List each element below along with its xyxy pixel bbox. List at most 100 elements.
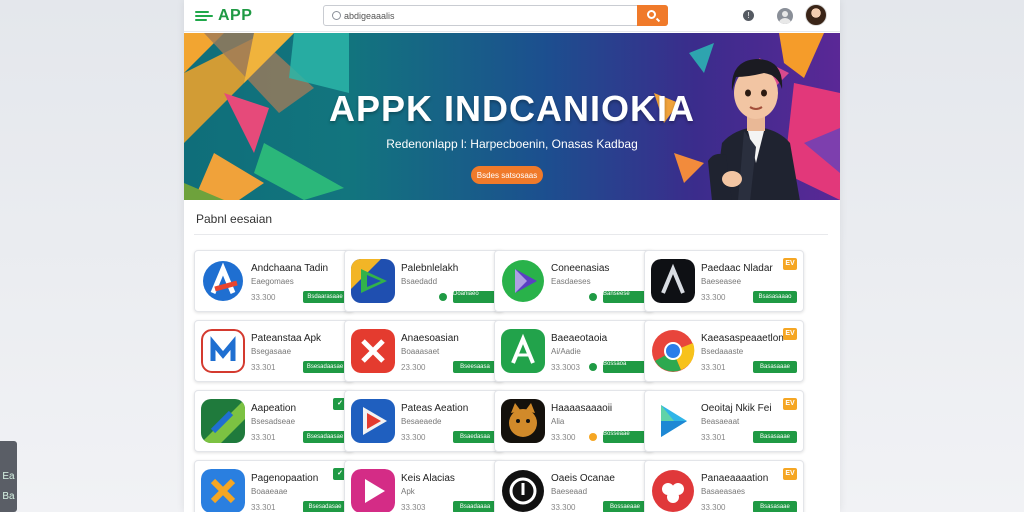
verified-icon: [439, 293, 447, 301]
app-name[interactable]: Kaeasaspeaaetlon: [701, 333, 784, 344]
top-bar: APP !: [184, 0, 840, 32]
download-button[interactable]: Bseesaasa: [453, 361, 497, 373]
verified-icon: [589, 433, 597, 441]
app-card[interactable]: Anaesoasian Boaaasaet 23.300 Bseesaasa: [344, 320, 504, 382]
app-size: 33.303: [401, 503, 426, 512]
app-name[interactable]: Palebnlelakh: [401, 263, 458, 274]
app-name[interactable]: Panaeaaaation: [701, 473, 768, 484]
page-background-right: [840, 0, 1024, 512]
app-card[interactable]: Haaaasaaaoii Alia 33.300 Bosseaae: [494, 390, 654, 452]
app-card[interactable]: Kaeasaspeaaetlon Bsedaaaste 33.301 Basasaaa…: [644, 320, 804, 382]
download-button[interactable]: Basasaaae: [753, 431, 797, 443]
verified-icon: [589, 293, 597, 301]
play-outline-app-icon[interactable]: [651, 399, 695, 443]
app-category: Apk: [401, 487, 415, 496]
app-name[interactable]: Oaeis Ocanae: [551, 473, 615, 484]
app-name[interactable]: Keis Alacias: [401, 473, 455, 484]
app-category: Boaaeaae: [251, 487, 288, 496]
notification-icon[interactable]: !: [743, 10, 754, 21]
app-card[interactable]: Pateanstaa Apk Bsegasaae 33.301 Bsesadaasae: [194, 320, 354, 382]
play-triangle-app-icon[interactable]: [501, 259, 545, 303]
app-category: Bsaedadd: [401, 277, 438, 286]
app-size: 33.300: [701, 503, 726, 512]
side-widget-top-label: Ea: [2, 471, 15, 482]
download-button[interactable]: Bsesadaasae: [303, 431, 347, 443]
app-name[interactable]: Pagenopaation: [251, 473, 318, 484]
x-app-icon[interactable]: [351, 329, 395, 373]
app-name[interactable]: Oeoitaj Nkik Fei: [701, 403, 772, 414]
play-store-app-icon[interactable]: [351, 399, 395, 443]
side-widget-top-button[interactable]: Ea: [0, 467, 17, 487]
download-button[interactable]: Doaniaeo: [453, 291, 497, 303]
app-category: Baeseasee: [701, 277, 742, 286]
download-button[interactable]: Bosseaae: [603, 431, 647, 443]
app-name[interactable]: Coneenasias: [551, 263, 609, 274]
download-button[interactable]: Bsaadaaaa: [453, 501, 497, 512]
dark-a-app-icon[interactable]: [651, 259, 695, 303]
chrome-app-icon[interactable]: [651, 329, 695, 373]
download-button[interactable]: Bsdaarasaae: [303, 291, 347, 303]
app-category: Alia: [551, 417, 565, 426]
banner-title: APPK INDCANIOKIA: [328, 88, 695, 129]
app-size: 33.300: [701, 293, 726, 302]
app-name[interactable]: Pateas Aeation: [401, 403, 468, 414]
download-button[interactable]: Bsesadasae: [303, 501, 347, 512]
app-category: Bsegasaae: [251, 347, 292, 356]
app-name[interactable]: Andchaana Tadin: [251, 263, 328, 274]
app-name[interactable]: Pateanstaa Apk: [251, 333, 321, 344]
tools-app-icon[interactable]: [201, 469, 245, 512]
app-name[interactable]: Aapeation: [251, 403, 296, 414]
side-widget[interactable]: Ea Ba: [0, 441, 17, 512]
app-card[interactable]: Andchaana Tadin Eaegomaes 33.300 Bsdaarasaa…: [194, 250, 354, 312]
app-category: Eaegomaes: [251, 277, 294, 286]
app-name[interactable]: Paedaac Nladar: [701, 263, 773, 274]
download-button[interactable]: Bsasasaaao: [753, 291, 797, 303]
banner-cta-button[interactable]: Bsdes satsosaas: [471, 166, 543, 184]
app-name[interactable]: Haaaasaaaoii: [551, 403, 612, 414]
app-name[interactable]: Baeaeotaoia: [551, 333, 607, 344]
pen-app-icon[interactable]: [201, 399, 245, 443]
m-app-icon[interactable]: [201, 329, 245, 373]
app-card[interactable]: Pateas Aeation Besaeaede 33.300 Bsaedasaa: [344, 390, 504, 452]
download-button[interactable]: Bsasasaae: [753, 501, 797, 512]
download-button[interactable]: Bsaedasaa: [453, 431, 497, 443]
download-button[interactable]: Bossaoa: [603, 361, 647, 373]
app-card[interactable]: Baeaeotaoia Ai/Aadie 33.3003 Bossaoa: [494, 320, 654, 382]
app-category: Besaeaede: [401, 417, 442, 426]
cat-app-icon[interactable]: [501, 399, 545, 443]
app-category: Beasaeaat: [701, 417, 740, 426]
play-tile-app-icon[interactable]: [351, 259, 395, 303]
app-name[interactable]: Anaesoasian: [401, 333, 459, 344]
download-button[interactable]: Bossaeaae: [603, 501, 647, 512]
app-card[interactable]: Keis Alacias Apk 33.303 Bsaadaaaa: [344, 460, 504, 512]
app-card[interactable]: Coneenasias Easdaeses Banseese: [494, 250, 654, 312]
app-card[interactable]: Oeoitaj Nkik Fei Beasaeaat 33.301 Basasaaae…: [644, 390, 804, 452]
search-box: [323, 5, 668, 26]
letter-a-app-icon[interactable]: [201, 259, 245, 303]
app-card[interactable]: Aapeation Bsesadseae 33.301 Bsesadaasae ✓: [194, 390, 354, 452]
section-divider: [194, 234, 828, 235]
search-button[interactable]: [637, 5, 668, 26]
app-card[interactable]: Palebnlelakh Bsaedadd Doaniaeo: [344, 250, 504, 312]
app-card[interactable]: Oaeis Ocanae Baeseaad 33.300 Bossaeaae: [494, 460, 654, 512]
avatar[interactable]: [805, 4, 827, 26]
download-button[interactable]: Bsesadaasae: [303, 361, 347, 373]
app-category: Baeseaad: [551, 487, 588, 496]
download-button[interactable]: Banseese: [603, 291, 647, 303]
app-size: 33.301: [701, 363, 726, 372]
search-input[interactable]: [344, 8, 634, 23]
pink-play-app-icon[interactable]: [351, 469, 395, 512]
red-circle-app-icon[interactable]: [651, 469, 695, 512]
download-button[interactable]: Basasaaae: [753, 361, 797, 373]
brand-logo[interactable]: APP: [195, 7, 252, 25]
app-category: Boaaasaet: [401, 347, 440, 356]
app-category: Easdaeses: [551, 277, 591, 286]
app-card[interactable]: Paedaac Nladar Baeseasee 33.300 Bsasasaaao E…: [644, 250, 804, 312]
search-icon: [332, 11, 341, 20]
user-icon[interactable]: [777, 8, 793, 24]
green-a-app-icon[interactable]: [501, 329, 545, 373]
app-card[interactable]: Panaeaaaation Basaeasaes 33.300 Bsasasaae EV: [644, 460, 804, 512]
app-card[interactable]: Pagenopaation Boaaeaae 33.301 Bsesadasae ✓: [194, 460, 354, 512]
dark-circle-app-icon[interactable]: [501, 469, 545, 512]
side-widget-bottom-button[interactable]: Ba: [0, 487, 17, 507]
